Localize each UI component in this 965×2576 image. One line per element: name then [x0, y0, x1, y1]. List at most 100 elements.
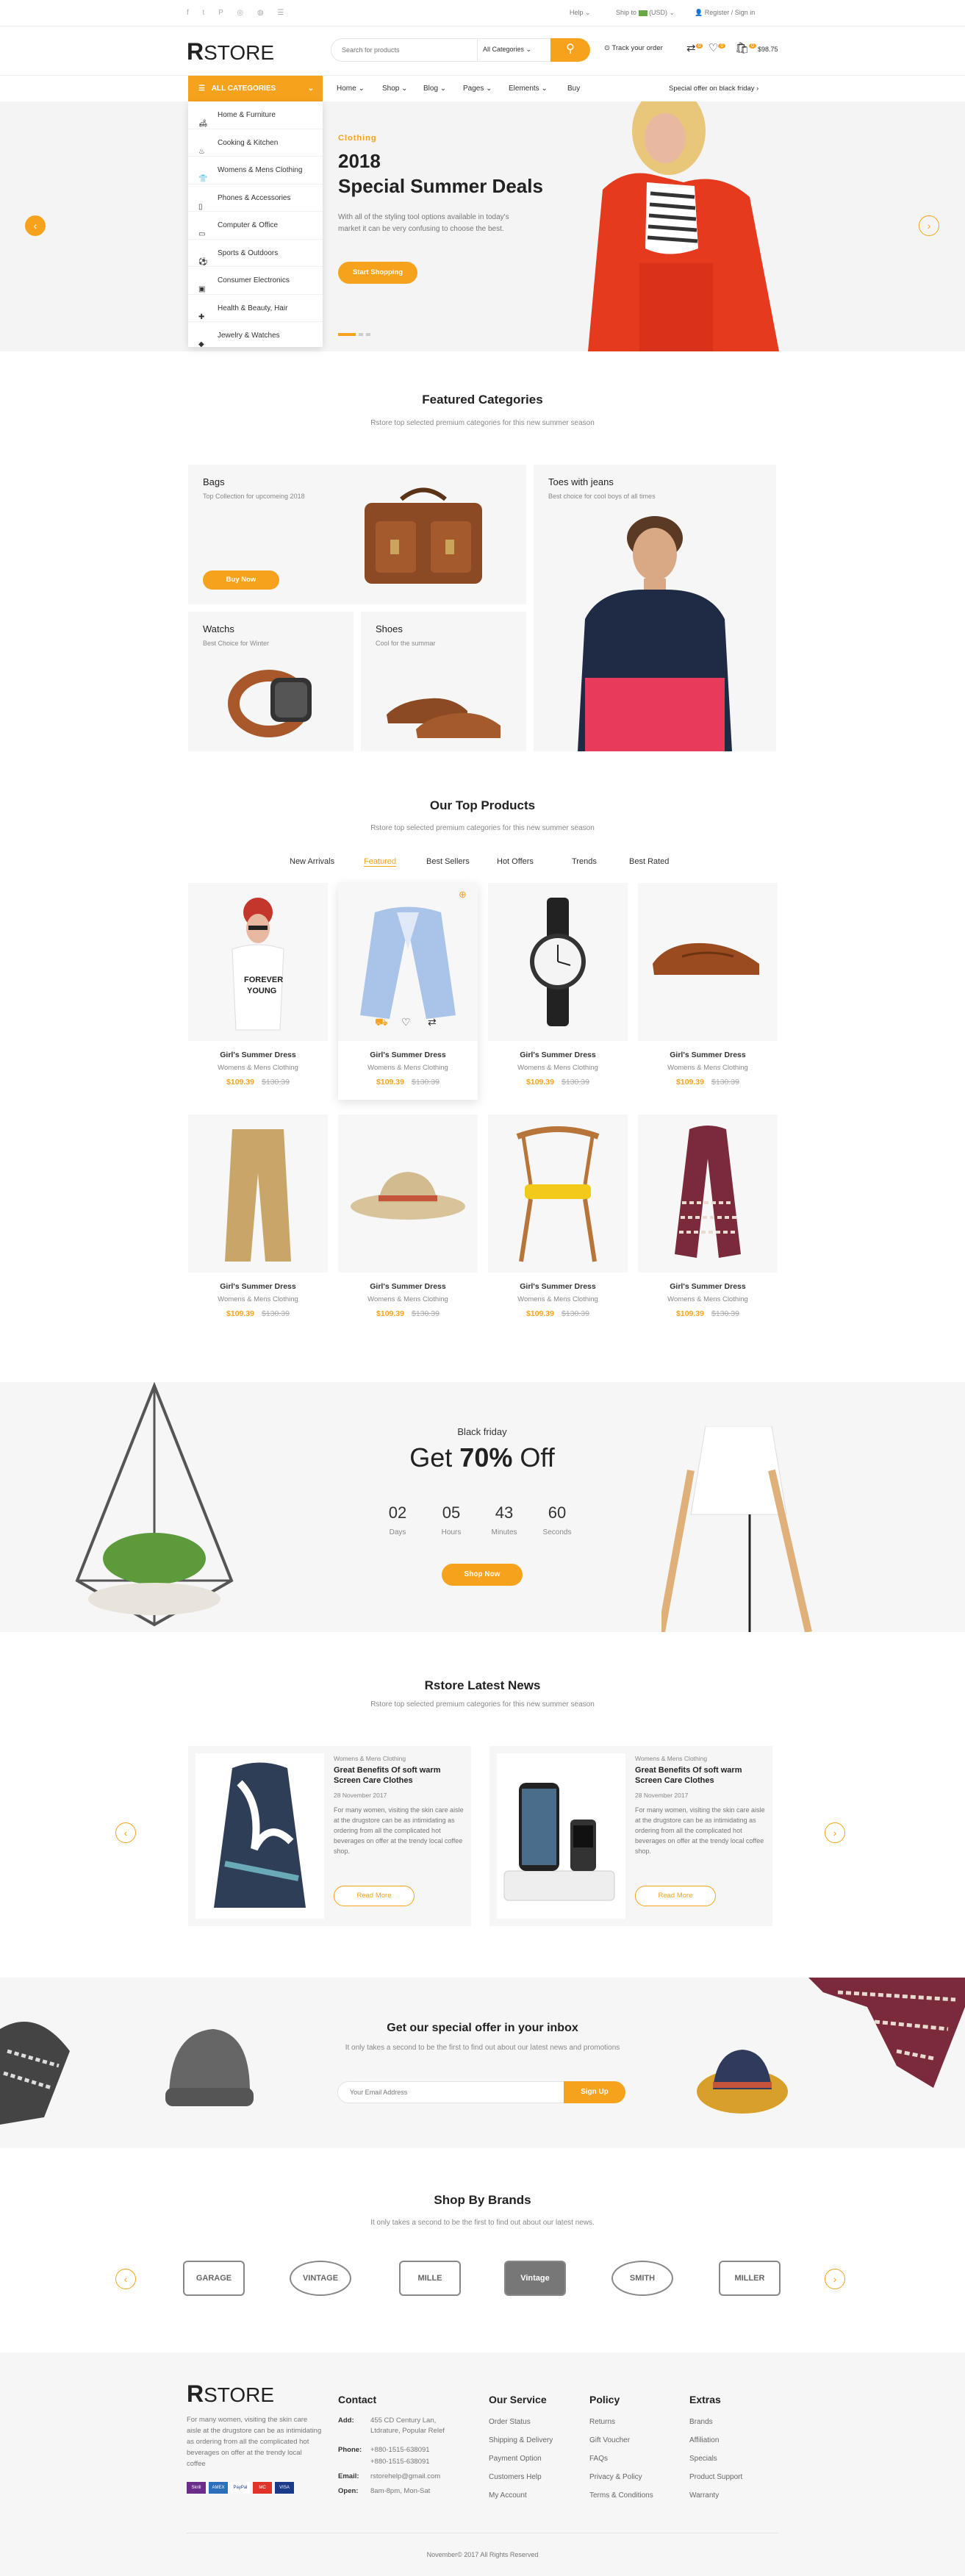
tab-new-arrivals[interactable]: New Arrivals	[290, 857, 334, 866]
news-headline[interactable]: Great Benefits Of soft warm Screen Care …	[334, 1765, 466, 1786]
sign-up-button[interactable]: Sign Up	[564, 2081, 625, 2103]
cart-button[interactable]: 🛍 0 $98.75	[735, 41, 778, 54]
all-categories-button[interactable]: ☰ ALL CATEGORIES ⌄	[188, 76, 323, 102]
sidebar-item-jewelry[interactable]: ◆ Jewelry & Watches	[188, 322, 323, 350]
special-offer-link[interactable]: Special offer on black friday ›	[669, 85, 758, 93]
product-card[interactable]: Girl's Summer Dress Womens & Mens Clothi…	[188, 1115, 328, 1331]
footer-link[interactable]: Gift Voucher	[589, 2431, 653, 2450]
add-to-cart-icon[interactable]: ⛟	[375, 1016, 388, 1030]
news-headline[interactable]: Great Benefits Of soft warm Screen Care …	[635, 1765, 767, 1786]
nav-pages[interactable]: Pages ⌄	[463, 85, 492, 93]
brands-next-button[interactable]: ›	[825, 2269, 845, 2289]
footer-logo[interactable]: RSTORE	[187, 2380, 274, 2408]
brand-logo[interactable]: MILLE	[399, 2261, 461, 2296]
sidebar-item-cooking-kitchen[interactable]: ♨ Cooking & Kitchen	[188, 129, 323, 157]
sidebar-item-phones[interactable]: ▯ Phones & Accessories	[188, 185, 323, 212]
start-shopping-button[interactable]: Start Shopping	[338, 262, 417, 284]
news-card[interactable]: Womens & Mens Clothing Great Benefits Of…	[489, 1746, 772, 1926]
footer-link[interactable]: Order Status	[489, 2413, 553, 2431]
category-shoes[interactable]: Shoes Cool for the summar	[361, 612, 526, 751]
logo[interactable]: RSTORE	[187, 38, 274, 65]
product-name[interactable]: Girl's Summer Dress	[488, 1051, 628, 1059]
track-order-link[interactable]: ⊙ Track your order	[604, 44, 663, 52]
footer-link[interactable]: Affiliation	[689, 2431, 742, 2450]
brand-logo[interactable]: VINTAGE	[290, 2261, 351, 2296]
brand-logo[interactable]: GARAGE	[183, 2261, 245, 2296]
footer-email[interactable]: rstorehelp@gmail.com	[370, 2472, 440, 2482]
tab-featured[interactable]: Featured	[364, 857, 397, 867]
sidebar-item-health[interactable]: ✚ Health & Beauty, Hair	[188, 295, 323, 322]
sidebar-item-home-furniture[interactable]: 🛋 Home & Furniture	[188, 101, 323, 129]
footer-link[interactable]: Specials	[689, 2450, 742, 2468]
footer-link[interactable]: Product Support	[689, 2468, 742, 2486]
product-card-hover[interactable]: ⊕ ⛟ ♡ ⇄ Girl's Summer Dress Womens & Men…	[338, 883, 478, 1100]
register-signin-link[interactable]: 👤 Register / Sign in	[695, 9, 755, 17]
footer-link[interactable]: Payment Option	[489, 2450, 553, 2468]
sidebar-item-computer[interactable]: ▭ Computer & Office	[188, 212, 323, 240]
heart-icon[interactable]: ♡	[401, 1016, 411, 1028]
news-next-button[interactable]: ›	[825, 1822, 845, 1843]
slide-dot[interactable]	[359, 333, 363, 336]
category-select[interactable]: All Categories ⌄	[483, 46, 531, 54]
sidebar-item-electronics[interactable]: ▣ Consumer Electronics	[188, 267, 323, 295]
footer-link[interactable]: Returns	[589, 2413, 653, 2431]
sidebar-item-clothing[interactable]: 👕 Womens & Mens Clothing	[188, 157, 323, 185]
footer-link[interactable]: Warranty	[689, 2486, 742, 2505]
zoom-icon[interactable]: ⊕	[459, 889, 467, 901]
brand-logo[interactable]: MILLER	[719, 2261, 781, 2296]
email-input[interactable]	[337, 2081, 569, 2103]
read-more-button[interactable]: Read More	[334, 1886, 415, 1906]
product-name[interactable]: Girl's Summer Dress	[188, 1282, 328, 1291]
help-link[interactable]: Help ⌄	[570, 9, 591, 17]
category-toes-with-jeans[interactable]: Toes with jeans Best choice for cool boy…	[534, 465, 776, 751]
wishlist-button[interactable]: ♡ 0	[708, 41, 726, 54]
product-card[interactable]: Girl's Summer Dress Womens & Mens Clothi…	[638, 883, 778, 1100]
product-name[interactable]: Girl's Summer Dress	[338, 1282, 478, 1291]
footer-link[interactable]: Shipping & Delivery	[489, 2431, 553, 2450]
nav-buy[interactable]: Buy	[567, 85, 580, 93]
nav-blog[interactable]: Blog ⌄	[423, 85, 446, 93]
product-name[interactable]: Girl's Summer Dress	[638, 1282, 778, 1291]
compare-icon[interactable]: ⇄	[428, 1016, 437, 1028]
product-name[interactable]: Girl's Summer Dress	[338, 1051, 478, 1059]
nav-home[interactable]: Home ⌄	[337, 85, 365, 93]
product-card[interactable]: Girl's Summer Dress Womens & Mens Clothi…	[338, 1115, 478, 1331]
footer-link[interactable]: Privacy & Policy	[589, 2468, 653, 2486]
footer-link[interactable]: Brands	[689, 2413, 742, 2431]
brand-logo[interactable]: SMITH	[611, 2261, 673, 2296]
product-name[interactable]: Girl's Summer Dress	[638, 1051, 778, 1059]
slide-dot[interactable]	[366, 333, 370, 336]
tab-best-rated[interactable]: Best Rated	[629, 857, 669, 866]
brand-logo[interactable]: Vintage	[504, 2261, 566, 2296]
compare-button[interactable]: ⇄ 0	[686, 41, 703, 54]
hero-next-button[interactable]: ›	[919, 215, 939, 236]
news-prev-button[interactable]: ‹	[115, 1822, 136, 1843]
category-watches[interactable]: Watchs Best Choice for Winter	[188, 612, 354, 751]
search-input[interactable]	[342, 44, 474, 56]
product-name[interactable]: Girl's Summer Dress	[188, 1051, 328, 1059]
read-more-button[interactable]: Read More	[635, 1886, 716, 1906]
product-name[interactable]: Girl's Summer Dress	[488, 1282, 628, 1291]
search-button[interactable]: ⚲	[550, 38, 590, 62]
sidebar-item-sports[interactable]: ⚽ Sports & Outdoors	[188, 240, 323, 267]
tab-hot-offers[interactable]: Hot Offers	[497, 857, 534, 866]
hero-prev-button[interactable]: ‹	[25, 215, 46, 236]
footer-link[interactable]: My Account	[489, 2486, 553, 2505]
product-card[interactable]: Girl's Summer Dress Womens & Mens Clothi…	[488, 1115, 628, 1331]
category-bags[interactable]: Bags Top Collection for upcomeing 2018 B…	[188, 465, 526, 604]
tab-trends[interactable]: Trends	[572, 857, 597, 866]
product-card[interactable]: FOREVER YOUNG Girl's Summer Dress Womens …	[188, 883, 328, 1100]
product-card[interactable]: Girl's Summer Dress Womens & Mens Clothi…	[638, 1115, 778, 1331]
product-card[interactable]: Girl's Summer Dress Womens & Mens Clothi…	[488, 883, 628, 1100]
footer-link[interactable]: Customers Help	[489, 2468, 553, 2486]
news-card[interactable]: Womens & Mens Clothing Great Benefits Of…	[188, 1746, 471, 1926]
bags-buy-button[interactable]: Buy Now	[203, 570, 279, 590]
nav-elements[interactable]: Elements ⌄	[509, 85, 548, 93]
slide-dot-active[interactable]	[338, 333, 356, 336]
social-icons[interactable]: f t P ◎ ◍ ☰	[187, 9, 290, 17]
footer-link[interactable]: Terms & Conditions	[589, 2486, 653, 2505]
nav-shop[interactable]: Shop ⌄	[382, 85, 408, 93]
shop-now-button[interactable]: Shop Now	[442, 1564, 523, 1586]
footer-link[interactable]: FAQs	[589, 2450, 653, 2468]
ship-to[interactable]: Ship to (USD) ⌄	[616, 9, 675, 17]
